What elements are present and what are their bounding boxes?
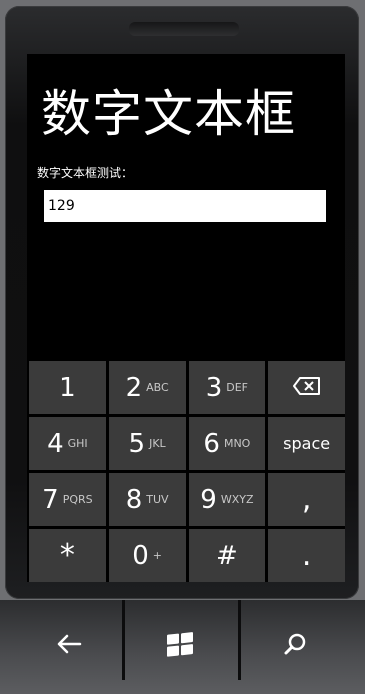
backspace-key[interactable]	[268, 361, 345, 414]
comma-key[interactable]: ,	[268, 473, 345, 526]
key-8-letters: TUV	[146, 493, 169, 506]
back-button[interactable]	[49, 626, 89, 666]
key-1-digit: 1	[59, 372, 76, 403]
key-9-digit: 9	[200, 484, 217, 515]
key-3-digit: 3	[205, 372, 223, 403]
numeric-keypad: 1 2 ABC 3 DEF 4 GHI 5 JKL 6 MNO space 7 …	[29, 361, 345, 582]
hash-key[interactable]: #	[188, 529, 266, 582]
back-arrow-icon	[56, 633, 82, 659]
key-6[interactable]: 6 MNO	[188, 417, 266, 470]
backspace-icon	[292, 376, 322, 400]
key-6-digit: 6	[203, 428, 220, 459]
hash-key-label: #	[215, 540, 238, 571]
key-3-letters: DEF	[226, 381, 249, 394]
page-title: 数字文本框	[41, 85, 296, 143]
key-7[interactable]: 7 PQRS	[29, 473, 106, 526]
search-icon	[282, 631, 308, 661]
windows-logo-icon	[165, 629, 197, 663]
dot-key-label: .	[301, 537, 312, 573]
dot-key[interactable]: .	[268, 529, 345, 582]
star-key[interactable]: *	[29, 529, 106, 582]
key-9[interactable]: 9 WXYZ	[188, 473, 266, 526]
key-7-digit: 7	[42, 484, 59, 515]
key-4[interactable]: 4 GHI	[29, 417, 106, 470]
comma-key-label: ,	[301, 481, 312, 517]
space-key[interactable]: space	[268, 417, 345, 470]
phone-screen: 数字文本框 数字文本框测试： 1 2 ABC 3 DEF	[27, 54, 345, 582]
nav-divider	[122, 600, 125, 680]
key-4-digit: 4	[47, 428, 64, 459]
phone-body: 数字文本框 数字文本框测试： 1 2 ABC 3 DEF	[5, 6, 359, 599]
star-key-label: *	[59, 537, 75, 573]
key-0-digit: 0	[132, 540, 149, 571]
key-5-letters: JKL	[149, 437, 166, 450]
key-8-digit: 8	[125, 484, 143, 515]
key-4-letters: GHI	[67, 437, 88, 450]
key-2[interactable]: 2 ABC	[108, 361, 186, 414]
nav-divider	[238, 600, 241, 680]
earpiece-speaker	[129, 22, 239, 36]
numeric-textbox-input[interactable]	[44, 190, 326, 222]
key-3[interactable]: 3 DEF	[188, 361, 266, 414]
key-0-plus: +	[152, 549, 162, 562]
key-8[interactable]: 8 TUV	[108, 473, 186, 526]
key-2-letters: ABC	[146, 381, 169, 394]
numeric-textbox-label: 数字文本框测试：	[37, 166, 134, 180]
search-button[interactable]	[275, 626, 315, 666]
hardware-nav-bar	[0, 600, 365, 694]
key-1[interactable]: 1	[29, 361, 106, 414]
key-9-letters: WXYZ	[220, 493, 254, 506]
key-5[interactable]: 5 JKL	[108, 417, 186, 470]
key-2-digit: 2	[125, 372, 143, 403]
start-button[interactable]	[161, 626, 201, 666]
key-7-letters: PQRS	[62, 493, 93, 506]
space-key-label: space	[283, 434, 331, 453]
key-5-digit: 5	[128, 428, 146, 459]
key-0[interactable]: 0 +	[108, 529, 186, 582]
key-6-letters: MNO	[223, 437, 251, 450]
